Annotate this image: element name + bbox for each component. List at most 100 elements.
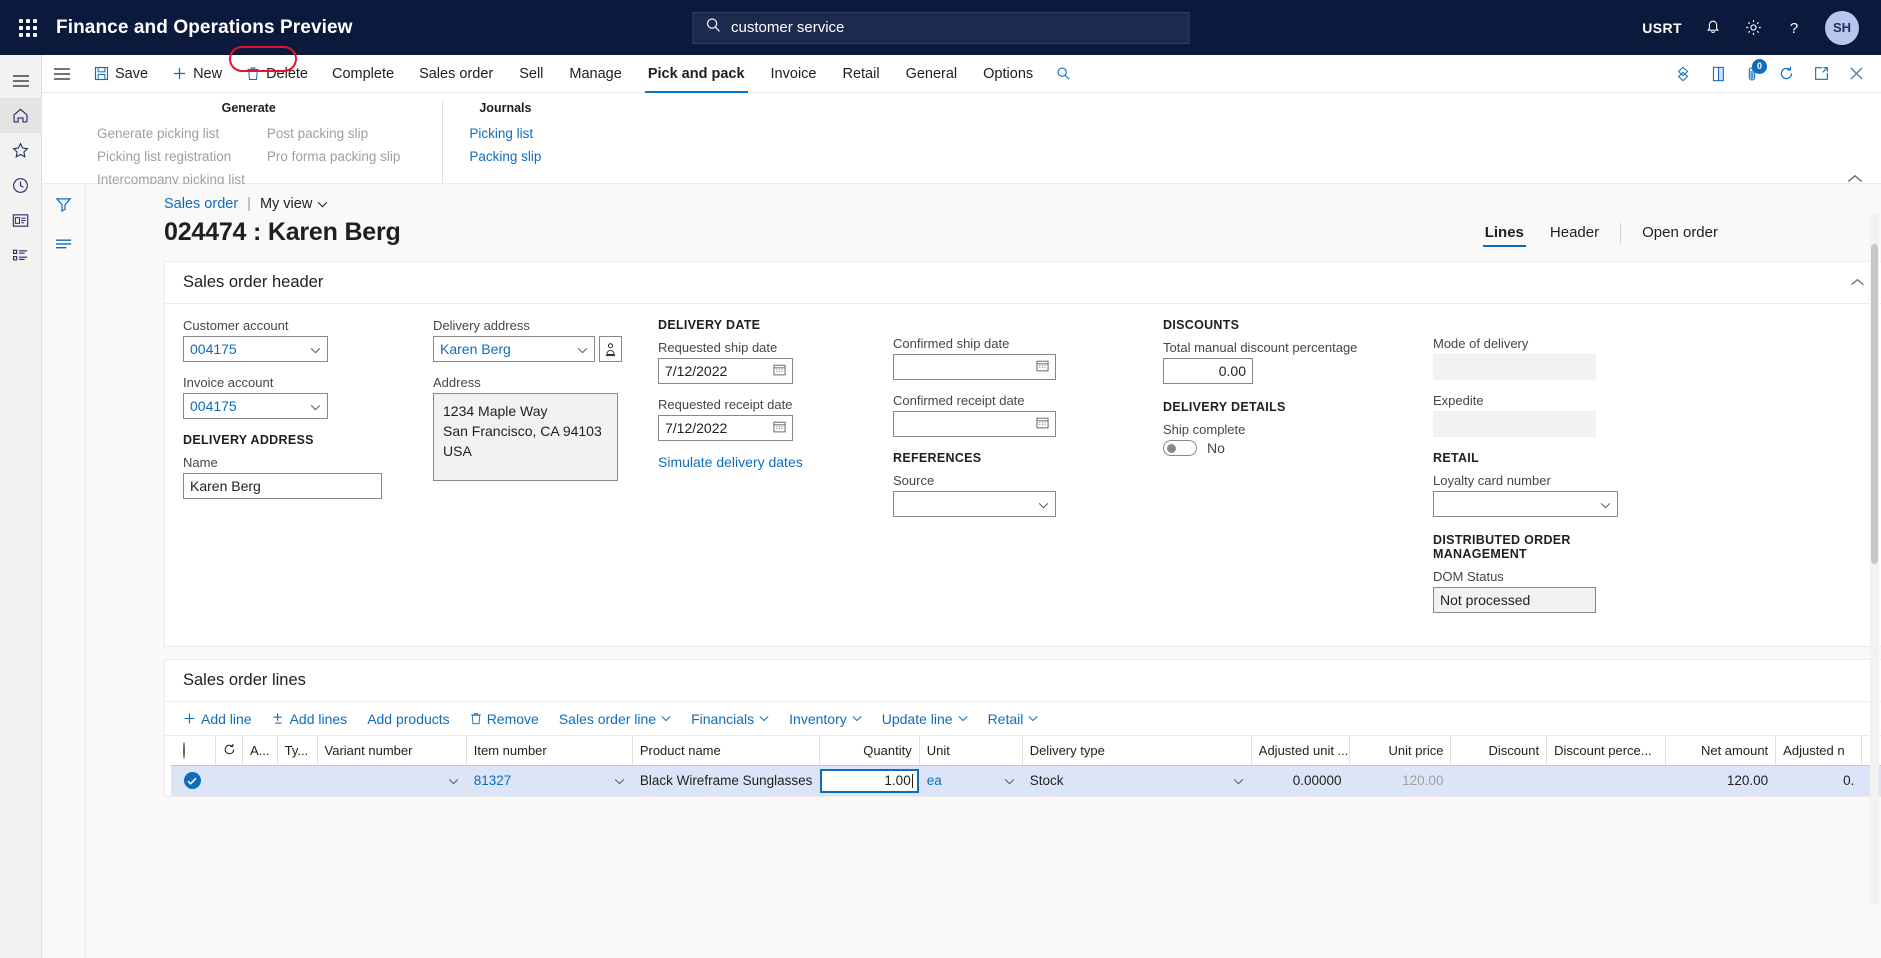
avatar[interactable]: SH — [1825, 10, 1859, 45]
tab-lines[interactable]: Lines — [1472, 224, 1537, 247]
ribbon-tab-sales-order[interactable]: Sales order — [406, 55, 506, 93]
calendar-icon[interactable] — [767, 363, 786, 379]
personalize-diamond-icon[interactable] — [1674, 65, 1692, 83]
tab-open-order[interactable]: Open order — [1629, 224, 1731, 247]
ribbon-tab-general[interactable]: General — [893, 55, 971, 93]
workspaces-icon[interactable] — [0, 203, 42, 238]
nav-toggle-icon[interactable] — [42, 67, 82, 81]
filter-funnel-icon[interactable] — [55, 196, 72, 218]
menu-item-picking-list-registration[interactable]: Picking list registration — [97, 147, 245, 166]
row-product-name-cell[interactable]: Black Wireframe Sunglasses — [632, 765, 820, 796]
total-manual-discount-input[interactable]: 0.00 — [1163, 358, 1253, 384]
select-all-circle-icon[interactable] — [183, 742, 186, 759]
grid-header-discount[interactable]: Discount — [1450, 736, 1548, 766]
inventory-menu[interactable]: Inventory — [779, 702, 872, 736]
view-selector[interactable]: My view — [260, 196, 328, 212]
calendar-icon[interactable] — [767, 420, 786, 436]
complete-button[interactable]: Complete — [320, 55, 406, 93]
hamburger-menu-icon[interactable] — [0, 63, 42, 98]
chevron-down-icon[interactable] — [304, 398, 321, 414]
ribbon-tab-sell[interactable]: Sell — [506, 55, 556, 93]
menu-item-picking-list[interactable]: Picking list — [469, 124, 541, 143]
grid-header-adjusted-unit[interactable]: Adjusted unit ... — [1251, 736, 1350, 766]
menu-item-pro-forma-packing-slip[interactable]: Pro forma packing slip — [267, 147, 401, 166]
grid-header-delivery-type[interactable]: Delivery type — [1022, 736, 1252, 766]
row-unit-price-cell[interactable]: 120.00 — [1349, 765, 1452, 796]
calendar-icon[interactable] — [1030, 416, 1049, 432]
fasttab-header-sales-order-header[interactable]: Sales order header — [165, 262, 1881, 304]
legal-entity-label[interactable]: USRT — [1642, 20, 1682, 36]
ribbon-tab-invoice[interactable]: Invoice — [758, 55, 830, 93]
favorites-star-icon[interactable] — [0, 133, 42, 168]
financials-menu[interactable]: Financials — [681, 702, 779, 736]
add-line-button[interactable]: Add line — [173, 702, 262, 736]
simulate-delivery-dates-link[interactable]: Simulate delivery dates — [658, 454, 857, 470]
show-filters-lines-icon[interactable] — [55, 236, 72, 254]
row-select-checkbox[interactable] — [176, 765, 216, 796]
expedite-value-box[interactable] — [1433, 411, 1596, 437]
grid-header-refresh[interactable] — [215, 736, 243, 766]
ribbon-search-icon[interactable] — [1046, 55, 1081, 93]
mode-of-delivery-value-box[interactable] — [1433, 354, 1596, 380]
delivery-address-combobox[interactable]: Karen Berg — [433, 336, 596, 362]
open-in-new-window-icon[interactable] — [1710, 65, 1727, 83]
chevron-down-icon[interactable] — [1004, 773, 1015, 788]
modules-list-icon[interactable] — [0, 238, 42, 273]
menu-item-packing-slip[interactable]: Packing slip — [469, 147, 541, 166]
tab-header[interactable]: Header — [1537, 224, 1612, 247]
menu-item-post-packing-slip[interactable]: Post packing slip — [267, 124, 401, 143]
grid-header-variant-number[interactable]: Variant number — [317, 736, 467, 766]
fasttab-header-sales-order-lines[interactable]: Sales order lines — [165, 660, 1881, 702]
refresh-icon[interactable] — [1778, 65, 1795, 82]
row-variant-number-cell[interactable] — [317, 765, 467, 796]
sales-order-line-menu[interactable]: Sales order line — [549, 702, 681, 736]
invoice-account-combobox[interactable]: 004175 — [183, 393, 328, 419]
map-pin-address-icon[interactable] — [599, 336, 622, 362]
help-question-icon[interactable]: ? — [1785, 19, 1803, 37]
chevron-down-icon[interactable] — [1594, 496, 1611, 512]
settings-gear-icon[interactable] — [1744, 18, 1763, 37]
grid-header-ty[interactable]: Ty... — [277, 736, 318, 766]
attachments-icon[interactable]: 0 — [1745, 58, 1767, 83]
menu-item-generate-picking-list[interactable]: Generate picking list — [97, 124, 245, 143]
waffle-icon[interactable] — [0, 18, 56, 37]
source-combobox[interactable] — [893, 491, 1056, 517]
add-products-button[interactable]: Add products — [357, 702, 460, 736]
grid-header-unit[interactable]: Unit — [919, 736, 1023, 766]
popout-icon[interactable] — [1813, 65, 1830, 82]
address-textarea[interactable]: 1234 Maple Way San Francisco, CA 94103 U… — [433, 393, 618, 481]
requested-receipt-date-input[interactable]: 7/12/2022 — [658, 415, 793, 441]
row-discount-percent-cell[interactable] — [1546, 765, 1666, 796]
row-delivery-type-cell[interactable]: Stock — [1022, 765, 1252, 796]
save-button[interactable]: Save — [82, 55, 160, 93]
home-icon[interactable] — [0, 98, 42, 133]
update-line-menu[interactable]: Update line — [872, 702, 978, 736]
new-button[interactable]: New — [160, 55, 234, 93]
requested-ship-date-input[interactable]: 7/12/2022 — [658, 358, 793, 384]
quantity-input[interactable]: 1.00 — [819, 768, 919, 793]
recent-clock-icon[interactable] — [0, 168, 42, 203]
ribbon-tab-options[interactable]: Options — [970, 55, 1046, 93]
chevron-down-icon[interactable] — [1032, 496, 1049, 512]
chevron-down-icon[interactable] — [571, 341, 588, 357]
chevron-down-icon[interactable] — [304, 341, 321, 357]
confirmed-receipt-date-input[interactable] — [893, 411, 1056, 437]
remove-button[interactable]: Remove — [460, 702, 549, 736]
page-vertical-scrollbar[interactable] — [1870, 214, 1879, 904]
grid-header-a[interactable]: A... — [242, 736, 278, 766]
retail-menu[interactable]: Retail — [978, 702, 1049, 736]
ribbon-tab-manage[interactable]: Manage — [556, 55, 634, 93]
chevron-up-icon[interactable] — [1850, 274, 1865, 292]
ribbon-tab-retail[interactable]: Retail — [829, 55, 892, 93]
calendar-icon[interactable] — [1030, 359, 1049, 375]
scrollbar-thumb[interactable] — [1871, 244, 1878, 564]
loyalty-card-combobox[interactable] — [1433, 491, 1618, 517]
grid-header-discount-percent[interactable]: Discount perce... — [1546, 736, 1666, 766]
customer-account-combobox[interactable]: 004175 — [183, 336, 328, 362]
check-circle-icon[interactable] — [183, 772, 201, 790]
grid-header-adjusted-net[interactable]: Adjusted n — [1775, 736, 1863, 766]
row-unit-cell[interactable]: ea — [919, 765, 1023, 796]
chevron-down-icon[interactable] — [614, 773, 625, 788]
table-row[interactable]: 81327 Black Wireframe Sunglasses 1.00 ea… — [171, 765, 1881, 796]
ship-complete-toggle[interactable] — [1163, 440, 1197, 456]
